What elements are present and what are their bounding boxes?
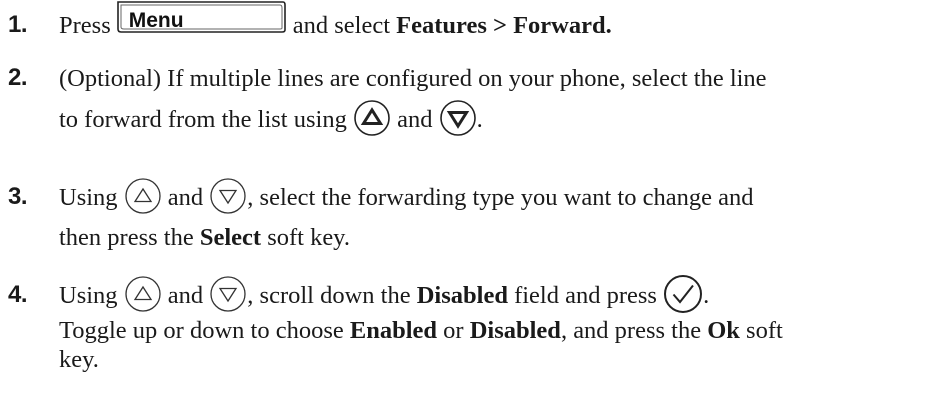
step-text: (Optional) If multiple lines are configu… bbox=[59, 59, 923, 140]
step-text-line: to forward from the list using and . bbox=[59, 100, 923, 140]
down-arrow-key-icon bbox=[209, 275, 247, 313]
step-text-fragment: Press bbox=[59, 12, 111, 39]
step-text-line: then press the Select soft key. bbox=[59, 224, 350, 252]
step-text-fragment: and select bbox=[292, 12, 391, 39]
down-arrow-key-icon bbox=[439, 99, 477, 137]
option-name: Enabled bbox=[349, 317, 438, 345]
field-name: Disabled bbox=[416, 282, 508, 309]
softkey-name: Ok bbox=[707, 317, 740, 345]
up-arrow-key-icon bbox=[353, 99, 391, 137]
step-number: 1. bbox=[8, 11, 28, 38]
step-text-line: (Optional) If multiple lines are configu… bbox=[59, 65, 767, 92]
step-text: Using and , select the forwarding type y… bbox=[59, 178, 923, 257]
step-number: 4. bbox=[8, 281, 28, 308]
menu-key-icon: Menu bbox=[115, 0, 287, 34]
up-arrow-key-icon bbox=[124, 275, 162, 313]
step-number: 2. bbox=[8, 64, 28, 91]
step-text: Using and , scroll down the Disabled fie… bbox=[59, 274, 923, 379]
down-arrow-key-icon bbox=[209, 177, 247, 215]
menu-key-label: Menu bbox=[128, 9, 184, 33]
step-text: Press Menu and select Features > Forward. bbox=[59, 1, 923, 45]
select-checkmark-key-icon bbox=[663, 274, 703, 314]
step-text-line: Using and , select the forwarding type y… bbox=[59, 178, 923, 218]
up-arrow-key-icon bbox=[124, 177, 162, 215]
option-name: Disabled bbox=[469, 317, 561, 345]
step-number: 3. bbox=[8, 183, 28, 210]
menu-path: Features > Forward. bbox=[396, 12, 612, 39]
softkey-name: Select bbox=[199, 224, 262, 252]
